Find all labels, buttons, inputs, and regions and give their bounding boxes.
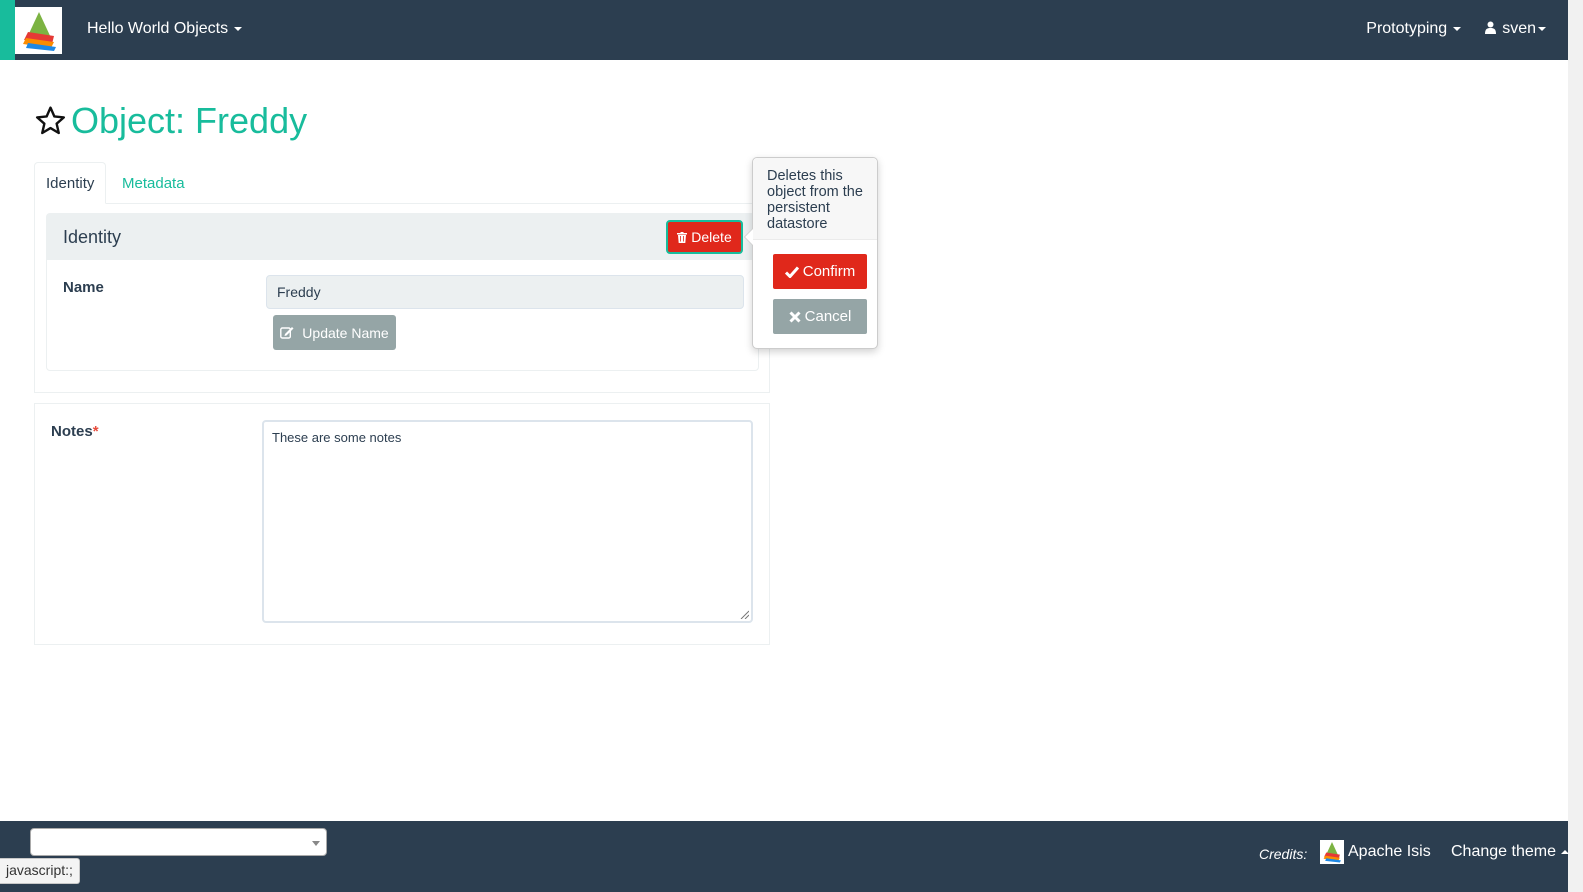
- apache-isis-link[interactable]: Apache Isis: [1320, 840, 1431, 864]
- delete-confirm-popover: Deletes this object from the persistent …: [744, 157, 878, 349]
- popover-description: Deletes this object from the persistent …: [753, 158, 877, 240]
- notes-textarea[interactable]: These are some notes: [262, 420, 753, 623]
- footer-select[interactable]: [30, 828, 327, 856]
- identity-panel-heading: Identity Delete: [47, 214, 758, 260]
- page-title: Object: Freddy: [71, 100, 308, 141]
- credits-label: Credits:: [1259, 846, 1308, 862]
- status-bar-url: javascript:;: [0, 858, 80, 884]
- resize-handle-icon[interactable]: [739, 609, 749, 619]
- change-theme-label: Change theme: [1451, 843, 1556, 860]
- delete-button[interactable]: Delete: [666, 220, 743, 254]
- cancel-button[interactable]: Cancel: [773, 299, 867, 334]
- tab-bar: Identity Metadata: [34, 162, 770, 204]
- name-field-label: Name: [63, 279, 104, 296]
- chevron-down-icon: [1538, 26, 1546, 31]
- chevron-down-icon: [1453, 26, 1462, 31]
- update-name-label: Update Name: [302, 324, 389, 341]
- user-menu-label: sven: [1502, 20, 1536, 37]
- prototyping-menu-label: Prototyping: [1366, 20, 1448, 37]
- trash-icon: [677, 231, 688, 243]
- confirm-button[interactable]: Confirm: [773, 254, 867, 289]
- required-marker: *: [92, 423, 99, 440]
- user-menu[interactable]: sven: [1485, 20, 1546, 38]
- notes-section: Notes* These are some notes: [34, 403, 770, 645]
- footer: Credits: Apache Isis Change theme: [0, 821, 1569, 892]
- chevron-down-icon: [234, 26, 243, 31]
- apache-isis-label: Apache Isis: [1348, 843, 1431, 860]
- prototyping-menu[interactable]: Prototyping: [1366, 20, 1462, 38]
- page-title-row: Object: Freddy: [34, 100, 307, 142]
- tab-identity[interactable]: Identity: [34, 162, 107, 204]
- update-name-button[interactable]: Update Name: [273, 315, 396, 350]
- identity-panel: Identity Delete Name Update Name: [46, 213, 759, 371]
- cancel-button-label: Cancel: [804, 308, 852, 325]
- isis-logo-icon: [1320, 840, 1344, 864]
- brand-logo[interactable]: [0, 0, 63, 60]
- notes-label-text: Notes: [51, 423, 93, 440]
- page-scrollbar[interactable]: [1568, 0, 1583, 892]
- navbar-right: Prototyping sven: [1366, 20, 1546, 38]
- delete-button-label: Delete: [691, 229, 732, 245]
- times-icon: [789, 310, 801, 323]
- chevron-down-icon: [312, 841, 320, 846]
- check-icon: [784, 266, 799, 278]
- top-navbar: Hello World Objects Prototyping sven: [0, 0, 1568, 60]
- notes-text: These are some notes: [272, 430, 402, 445]
- brand-accent-bar: [0, 0, 15, 60]
- name-field[interactable]: [266, 275, 744, 309]
- app-menu-label: Hello World Objects: [87, 20, 229, 37]
- identity-panel-title: Identity: [63, 227, 122, 247]
- edit-icon: [280, 327, 294, 339]
- confirm-button-label: Confirm: [802, 263, 856, 280]
- chevron-up-icon: [1560, 849, 1569, 854]
- app-logo-icon[interactable]: [15, 7, 62, 54]
- user-icon: [1485, 21, 1497, 34]
- app-menu-dropdown[interactable]: Hello World Objects: [87, 20, 243, 38]
- tab-metadata[interactable]: Metadata: [110, 162, 197, 204]
- star-outline-icon[interactable]: [34, 105, 67, 137]
- notes-field-label: Notes*: [51, 423, 99, 440]
- identity-tab-content: Identity Delete Name Update Name: [34, 203, 770, 393]
- change-theme-menu[interactable]: Change theme: [1451, 843, 1569, 861]
